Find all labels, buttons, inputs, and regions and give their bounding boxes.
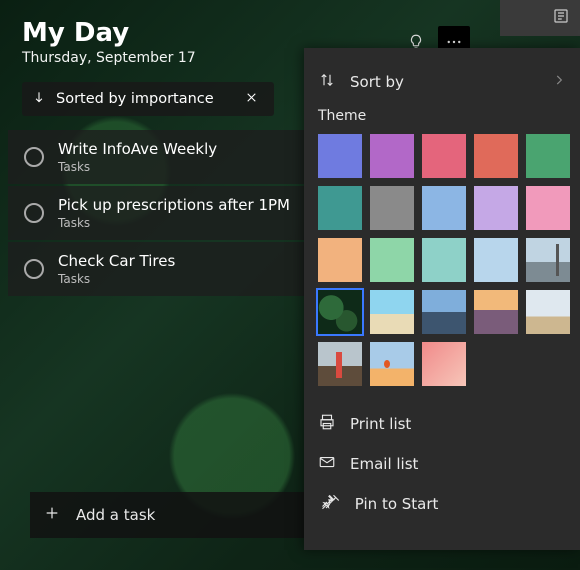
theme-swatch-green[interactable] [526, 134, 570, 178]
print-list-row[interactable]: Print list [318, 404, 566, 444]
sort-by-row[interactable]: Sort by [318, 62, 566, 102]
task-category: Tasks [58, 272, 175, 286]
print-list-label: Print list [350, 415, 411, 433]
sort-chip-label: Sorted by importance [56, 91, 214, 107]
task-category: Tasks [58, 216, 290, 230]
theme-swatch-beach[interactable] [370, 290, 414, 334]
theme-swatch-fern[interactable] [318, 290, 362, 334]
sort-icon [318, 71, 336, 93]
theme-swatch-ice[interactable] [474, 238, 518, 282]
task-complete-circle[interactable] [24, 259, 44, 279]
theme-swatch-mountain[interactable] [422, 290, 466, 334]
theme-swatch-pink[interactable] [422, 134, 466, 178]
pin-icon [318, 493, 341, 515]
theme-swatch-purple[interactable] [370, 134, 414, 178]
theme-swatch-rose[interactable] [526, 186, 570, 230]
email-icon [318, 453, 336, 475]
theme-swatch-gray[interactable] [370, 186, 414, 230]
email-list-row[interactable]: Email list [318, 444, 566, 484]
list-options-panel: Sort by Theme Print list Email list Pin … [304, 48, 580, 550]
pin-to-start-label: Pin to Start [355, 495, 439, 513]
theme-section-label: Theme [318, 108, 566, 124]
theme-swatch-sand[interactable] [526, 290, 570, 334]
theme-swatch-mint[interactable] [370, 238, 414, 282]
task-complete-circle[interactable] [24, 203, 44, 223]
chevron-right-icon [552, 73, 566, 91]
print-icon [318, 413, 336, 435]
sort-chip[interactable]: Sorted by importance [22, 82, 274, 116]
theme-swatch-blue[interactable] [318, 134, 362, 178]
sort-by-label: Sort by [350, 73, 404, 91]
task-title: Check Car Tires [58, 252, 175, 270]
theme-swatch-balloons[interactable] [370, 342, 414, 386]
theme-swatch-lighthouse[interactable] [318, 342, 362, 386]
theme-swatch-coral[interactable] [474, 134, 518, 178]
theme-swatch-peach[interactable] [318, 238, 362, 282]
email-list-label: Email list [350, 455, 418, 473]
page-title: My Day [22, 18, 558, 48]
task-complete-circle[interactable] [24, 147, 44, 167]
theme-swatch-pink-abstract[interactable] [422, 342, 466, 386]
theme-swatch-lavender[interactable] [474, 186, 518, 230]
plus-icon [44, 505, 60, 525]
pin-to-start-row[interactable]: Pin to Start [318, 484, 566, 524]
theme-swatch-teal[interactable] [318, 186, 362, 230]
add-task-placeholder: Add a task [76, 506, 155, 524]
theme-swatch-grid [318, 134, 566, 386]
theme-swatch-sky[interactable] [422, 186, 466, 230]
theme-swatch-tower[interactable] [526, 238, 570, 282]
sort-arrow-down-icon [32, 90, 46, 108]
task-title: Pick up prescriptions after 1PM [58, 196, 290, 214]
task-title: Write InfoAve Weekly [58, 140, 217, 158]
task-category: Tasks [58, 160, 217, 174]
theme-swatch-seafoam[interactable] [422, 238, 466, 282]
theme-swatch-sunset[interactable] [474, 290, 518, 334]
sort-chip-close-icon[interactable] [238, 90, 266, 108]
